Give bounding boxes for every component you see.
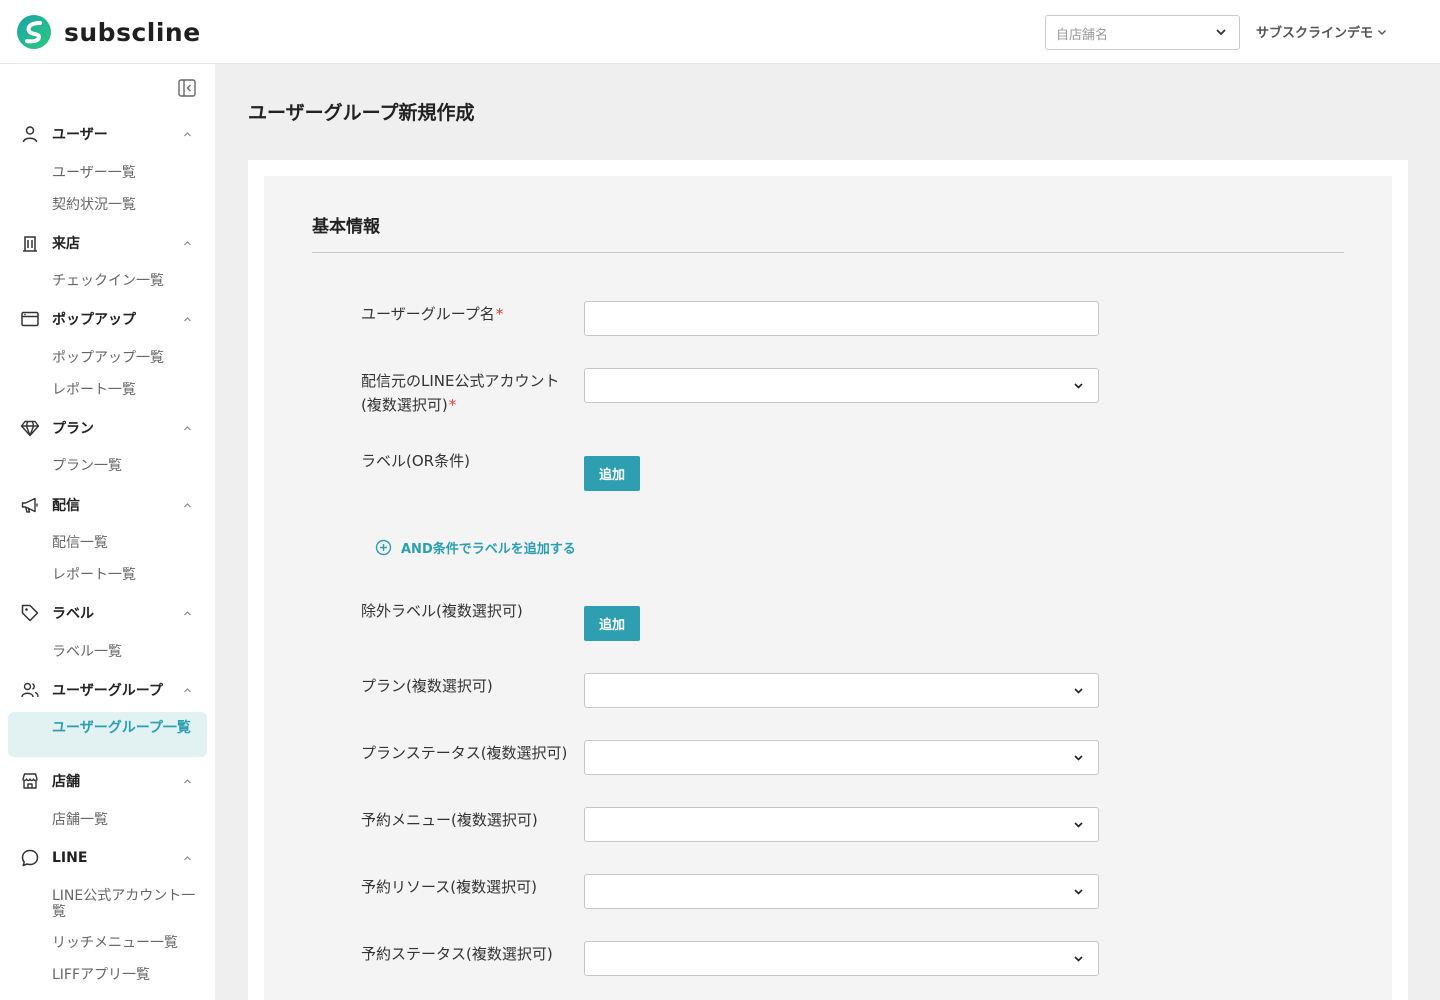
required-mark: * bbox=[448, 396, 457, 414]
sidebar-item-popup-report-list[interactable]: レポート一覧 bbox=[52, 382, 202, 398]
sidebar-item-popup-list[interactable]: ポップアップ一覧 bbox=[52, 350, 202, 366]
chevron-down-icon bbox=[1074, 383, 1083, 389]
building-icon bbox=[23, 236, 37, 252]
megaphone-icon bbox=[21, 497, 38, 513]
sidebar-section-label: ラベル bbox=[52, 606, 94, 622]
sidebar-section-popup[interactable]: ポップアップ bbox=[20, 307, 200, 331]
label-or-label: ラベル(OR条件) bbox=[361, 452, 470, 470]
section-title: 基本情報 bbox=[312, 217, 380, 237]
chevron-down-icon bbox=[1216, 29, 1226, 36]
chevron-down-icon bbox=[1074, 956, 1083, 962]
reserve-menu-label: 予約メニュー(複数選択可) bbox=[361, 811, 538, 829]
subscline-logo-icon bbox=[17, 15, 51, 49]
line-account-label: 配信元のLINE公式アカウント (複数選択可)* bbox=[361, 369, 559, 417]
sidebar-section-label: 来店 bbox=[52, 236, 80, 252]
group-name-label-text: ユーザーグループ名 bbox=[361, 305, 495, 323]
exclude-label-label: 除外ラベル(複数選択可) bbox=[361, 602, 523, 620]
sidebar-item-plan-list[interactable]: プラン一覧 bbox=[52, 458, 202, 474]
plan-status-label: プランステータス(複数選択可) bbox=[361, 744, 568, 762]
sidebar-section-label: 店舗 bbox=[52, 774, 80, 790]
reserve-status-label: 予約ステータス(複数選択可) bbox=[361, 945, 553, 963]
sidebar-section-label: ユーザー bbox=[52, 127, 108, 143]
users-icon bbox=[21, 682, 39, 698]
sidebar-section-user-group[interactable]: ユーザーグループ bbox=[20, 678, 200, 702]
sidebar-section-delivery[interactable]: 配信 bbox=[20, 493, 200, 517]
account-name: サブスクラインデモ bbox=[1256, 26, 1374, 41]
chevron-down-icon bbox=[1378, 29, 1387, 35]
sidebar-section-label: 配信 bbox=[52, 498, 80, 514]
sidebar-item-liff-app-list[interactable]: LIFFアプリ一覧 bbox=[52, 967, 202, 983]
sidebar-item-delivery-list[interactable]: 配信一覧 bbox=[52, 535, 202, 551]
sidebar-collapse-icon[interactable] bbox=[177, 78, 197, 98]
sidebar-item-delivery-report-list[interactable]: レポート一覧 bbox=[52, 567, 202, 583]
reserve-menu-select[interactable] bbox=[584, 807, 1099, 842]
chevron-up-icon bbox=[184, 779, 191, 784]
line-account-label-line2-text: (複数選択可) bbox=[361, 396, 448, 414]
reserve-status-select[interactable] bbox=[584, 941, 1099, 976]
chevron-down-icon bbox=[1074, 822, 1083, 828]
chevron-up-icon bbox=[184, 856, 191, 861]
chat-bubble-icon bbox=[21, 849, 39, 867]
tag-icon bbox=[21, 604, 39, 622]
sidebar-item-checkin-list[interactable]: チェックイン一覧 bbox=[52, 273, 202, 289]
chevron-down-icon bbox=[1074, 688, 1083, 694]
sidebar-item-line-account-list[interactable]: LINE公式アカウント一覧 bbox=[52, 888, 197, 920]
plus-circle-icon bbox=[375, 539, 392, 556]
sidebar-section-user[interactable]: ユーザー bbox=[20, 122, 200, 146]
store-icon bbox=[22, 773, 38, 789]
window-icon bbox=[21, 311, 39, 327]
group-name-input[interactable] bbox=[584, 301, 1099, 336]
reserve-resource-select[interactable] bbox=[584, 874, 1099, 909]
add-label-or-button[interactable]: 追加 bbox=[584, 456, 640, 491]
sidebar: ユーザー ユーザー一覧 契約状況一覧 来店 チェックイン一覧 ポップアップ ポッ… bbox=[0, 64, 215, 1000]
plan-label: プラン(複数選択可) bbox=[361, 677, 493, 695]
logo[interactable]: subscline bbox=[16, 14, 201, 50]
line-account-select[interactable] bbox=[584, 368, 1099, 403]
logo-text: subscline bbox=[64, 17, 201, 47]
add-and-label-link[interactable]: AND条件でラベルを追加する bbox=[375, 538, 576, 557]
sidebar-item-contract-status[interactable]: 契約状況一覧 bbox=[52, 197, 202, 213]
sidebar-item-user-list[interactable]: ユーザー一覧 bbox=[52, 165, 202, 181]
required-mark: * bbox=[495, 305, 504, 323]
chevron-up-icon bbox=[184, 317, 191, 322]
sidebar-item-rich-menu-list[interactable]: リッチメニュー一覧 bbox=[52, 935, 202, 951]
store-select-placeholder: 自店舗名 bbox=[1056, 28, 1109, 43]
chevron-up-icon bbox=[184, 426, 191, 431]
chevron-up-icon bbox=[184, 132, 191, 137]
sidebar-section-label: プラン bbox=[52, 421, 94, 437]
chevron-up-icon bbox=[184, 503, 191, 508]
top-header: subscline 自店舗名 サブスクラインデモ bbox=[0, 0, 1440, 64]
line-account-label-line1: 配信元のLINE公式アカウント bbox=[361, 372, 560, 390]
sidebar-section-store[interactable]: 店舗 bbox=[20, 769, 200, 793]
sidebar-section-label: ポップアップ bbox=[52, 312, 136, 328]
sidebar-section-line[interactable]: LINE bbox=[20, 846, 200, 870]
account-menu[interactable]: サブスクラインデモ bbox=[1256, 22, 1387, 41]
chevron-up-icon bbox=[184, 611, 191, 616]
sidebar-item-label-list[interactable]: ラベル一覧 bbox=[52, 644, 202, 660]
sidebar-section-plan[interactable]: プラン bbox=[20, 416, 200, 440]
sidebar-item-user-group-list[interactable]: ユーザーグループ一覧 bbox=[52, 720, 192, 736]
person-icon bbox=[22, 126, 38, 143]
plan-select[interactable] bbox=[584, 673, 1099, 708]
sidebar-item-store-list[interactable]: 店舗一覧 bbox=[52, 812, 202, 828]
chevron-up-icon bbox=[184, 241, 191, 246]
plan-status-select[interactable] bbox=[584, 740, 1099, 775]
sidebar-section-label-menu[interactable]: ラベル bbox=[20, 601, 200, 625]
sidebar-section-label: ユーザーグループ bbox=[52, 683, 163, 699]
chevron-down-icon bbox=[1074, 755, 1083, 761]
sidebar-section-visit[interactable]: 来店 bbox=[20, 231, 200, 255]
page-title: ユーザーグループ新規作成 bbox=[248, 102, 475, 124]
diamond-icon bbox=[20, 420, 40, 437]
sidebar-section-label: LINE bbox=[52, 850, 88, 866]
store-select[interactable]: 自店舗名 bbox=[1045, 15, 1240, 50]
chevron-down-icon bbox=[1074, 889, 1083, 895]
line-account-label-line2: (複数選択可)* bbox=[361, 393, 559, 417]
section-divider bbox=[312, 252, 1344, 253]
add-exclude-label-button[interactable]: 追加 bbox=[584, 606, 640, 641]
group-name-label: ユーザーグループ名* bbox=[361, 302, 503, 326]
add-and-label-text: AND条件でラベルを追加する bbox=[401, 542, 576, 557]
chevron-up-icon bbox=[184, 688, 191, 693]
reserve-resource-label: 予約リソース(複数選択可) bbox=[361, 878, 537, 896]
